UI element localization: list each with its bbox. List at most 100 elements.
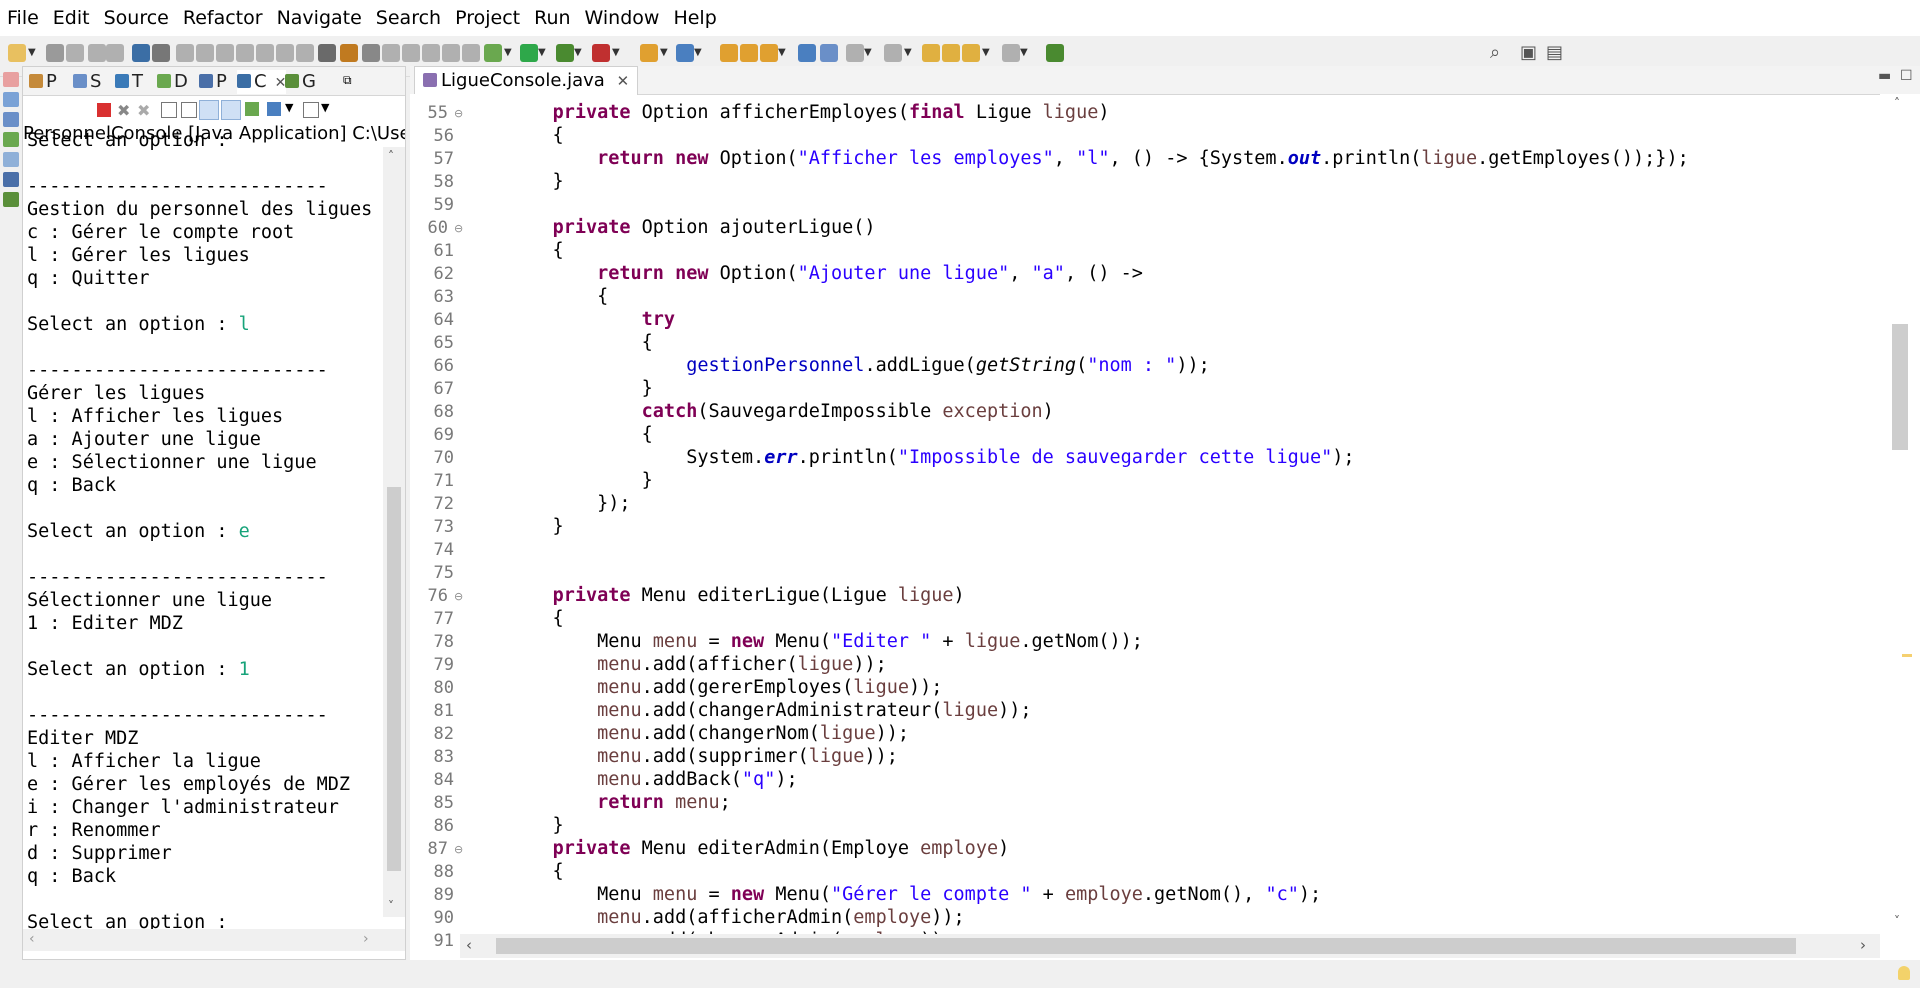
remove-all-icon[interactable]: ✖ xyxy=(137,101,150,120)
view-tab[interactable]: G xyxy=(285,70,316,94)
editor-horizontal-scrollbar[interactable]: ‹ › xyxy=(460,934,1880,958)
minimize-icon[interactable]: ▬ xyxy=(1878,68,1891,84)
open-task-icon[interactable] xyxy=(740,44,758,62)
menu-file[interactable]: File xyxy=(0,7,46,29)
disconnect-icon[interactable] xyxy=(236,44,254,62)
run-icon[interactable] xyxy=(520,44,538,62)
pin-console-icon[interactable] xyxy=(245,102,259,116)
view-tab[interactable]: T xyxy=(115,70,143,94)
view-tab[interactable]: P xyxy=(29,70,57,94)
open-type-icon[interactable] xyxy=(720,44,738,62)
fold-toggle-icon[interactable]: ⊖ xyxy=(454,222,463,235)
previous-annotation-icon[interactable] xyxy=(884,44,902,62)
menu-search[interactable]: Search xyxy=(369,7,448,29)
terminate-icon[interactable] xyxy=(216,44,234,62)
view-tab[interactable]: C ✕ xyxy=(237,70,287,94)
view-icon[interactable] xyxy=(3,152,19,167)
chevron-down-icon[interactable]: ▼ xyxy=(982,44,990,62)
suspend-icon[interactable] xyxy=(196,44,214,62)
scrollbar-thumb[interactable] xyxy=(496,938,1796,954)
resume-icon[interactable] xyxy=(176,44,194,62)
toggle-mark-icon[interactable] xyxy=(402,44,420,62)
search-icon[interactable]: ⌕ xyxy=(1490,42,1500,63)
chevron-left-icon[interactable]: ‹ xyxy=(466,936,472,954)
menu-refactor[interactable]: Refactor xyxy=(176,7,270,29)
use-step-filters-icon[interactable] xyxy=(340,44,358,62)
fold-toggle-icon[interactable]: ⊖ xyxy=(454,107,463,120)
show-console-on-error-icon[interactable] xyxy=(221,100,241,120)
view-tab[interactable]: P xyxy=(199,70,227,94)
toggle-mark-icon[interactable] xyxy=(422,44,440,62)
chevron-down-icon[interactable]: ▼ xyxy=(660,44,668,62)
chevron-right-icon[interactable]: › xyxy=(1860,936,1866,954)
terminate-icon[interactable] xyxy=(97,103,111,117)
chevron-down-icon[interactable]: ▼ xyxy=(321,101,329,114)
redo-icon[interactable] xyxy=(106,44,124,62)
chevron-up-icon[interactable]: ˄ xyxy=(1894,96,1900,110)
new-class-icon[interactable] xyxy=(676,44,694,62)
chevron-left-icon[interactable]: ‹ xyxy=(29,931,35,947)
debug-icon[interactable] xyxy=(484,44,502,62)
step-over-icon[interactable] xyxy=(276,44,294,62)
back-icon[interactable] xyxy=(962,44,980,62)
pin-editor-icon[interactable] xyxy=(1046,44,1064,62)
menu-run[interactable]: Run xyxy=(527,7,577,29)
view-icon[interactable] xyxy=(3,72,19,87)
last-edit-icon[interactable] xyxy=(922,44,940,62)
display-console-icon[interactable] xyxy=(267,102,281,116)
save-icon[interactable] xyxy=(46,44,64,62)
new-java-project-icon[interactable] xyxy=(640,44,658,62)
chevron-up-icon[interactable]: ˄ xyxy=(388,149,394,163)
editor-vertical-scrollbar[interactable]: ˄ ˅ xyxy=(1880,94,1920,934)
chevron-down-icon[interactable]: ▼ xyxy=(694,44,702,62)
search-icon[interactable] xyxy=(760,44,778,62)
drop-frame-icon[interactable] xyxy=(318,44,336,62)
chevron-down-icon[interactable]: ▼ xyxy=(538,44,546,62)
scroll-lock-icon[interactable] xyxy=(181,102,197,118)
save-all-icon[interactable] xyxy=(66,44,84,62)
maximize-icon[interactable]: ⧉ xyxy=(343,73,352,88)
view-tab[interactable]: S xyxy=(73,70,101,94)
menu-help[interactable]: Help xyxy=(666,7,723,29)
view-icon[interactable] xyxy=(3,192,19,207)
view-icon[interactable] xyxy=(3,132,19,147)
build-icon[interactable] xyxy=(382,44,400,62)
clear-console-icon[interactable] xyxy=(161,102,177,118)
view-icon[interactable] xyxy=(3,92,19,107)
console-icon[interactable] xyxy=(132,44,150,62)
show-console-on-output-icon[interactable] xyxy=(199,100,219,120)
menu-edit[interactable]: Edit xyxy=(46,7,97,29)
step-into-icon[interactable] xyxy=(256,44,274,62)
view-icon[interactable] xyxy=(3,172,19,187)
menu-project[interactable]: Project xyxy=(448,7,527,29)
chevron-down-icon[interactable]: ˅ xyxy=(1894,914,1900,928)
remove-launch-icon[interactable]: ✖ xyxy=(117,101,130,120)
view-tab[interactable]: D xyxy=(157,70,188,94)
globe-icon[interactable] xyxy=(798,44,816,62)
fold-toggle-icon[interactable]: ⊖ xyxy=(454,843,463,856)
menu-window[interactable]: Window xyxy=(578,7,667,29)
chevron-down-icon[interactable]: ▼ xyxy=(504,44,512,62)
console-horizontal-scrollbar[interactable]: ‹ › xyxy=(23,929,405,951)
scrollbar-thumb[interactable] xyxy=(387,487,401,871)
forward-icon[interactable] xyxy=(1002,44,1020,62)
maximize-icon[interactable]: ☐ xyxy=(1900,68,1913,84)
open-perspective-icon[interactable]: ▣ xyxy=(1520,42,1537,63)
chevron-down-icon[interactable]: ▼ xyxy=(1020,44,1028,62)
annotation-icon[interactable] xyxy=(820,44,838,62)
coverage-icon[interactable] xyxy=(556,44,574,62)
chevron-down-icon[interactable]: ▼ xyxy=(574,44,582,62)
new-icon[interactable] xyxy=(8,44,26,62)
chevron-down-icon[interactable]: ▼ xyxy=(28,44,36,62)
overview-marker[interactable] xyxy=(1902,654,1912,657)
undo-icon[interactable] xyxy=(88,44,106,62)
open-console-icon[interactable] xyxy=(303,102,319,118)
skip-breakpoints-icon[interactable] xyxy=(152,44,170,62)
code-area[interactable]: private Option afficherEmployes(final Li… xyxy=(508,94,1868,934)
chevron-down-icon[interactable]: ▼ xyxy=(612,44,620,62)
view-icon[interactable] xyxy=(3,112,19,127)
editor-tab[interactable]: LigueConsole.java ✕ xyxy=(414,66,639,95)
console-output[interactable]: Select an option : ---------------------… xyxy=(27,129,381,975)
fold-toggle-icon[interactable]: ⊖ xyxy=(454,590,463,603)
block-select-icon[interactable] xyxy=(442,44,460,62)
